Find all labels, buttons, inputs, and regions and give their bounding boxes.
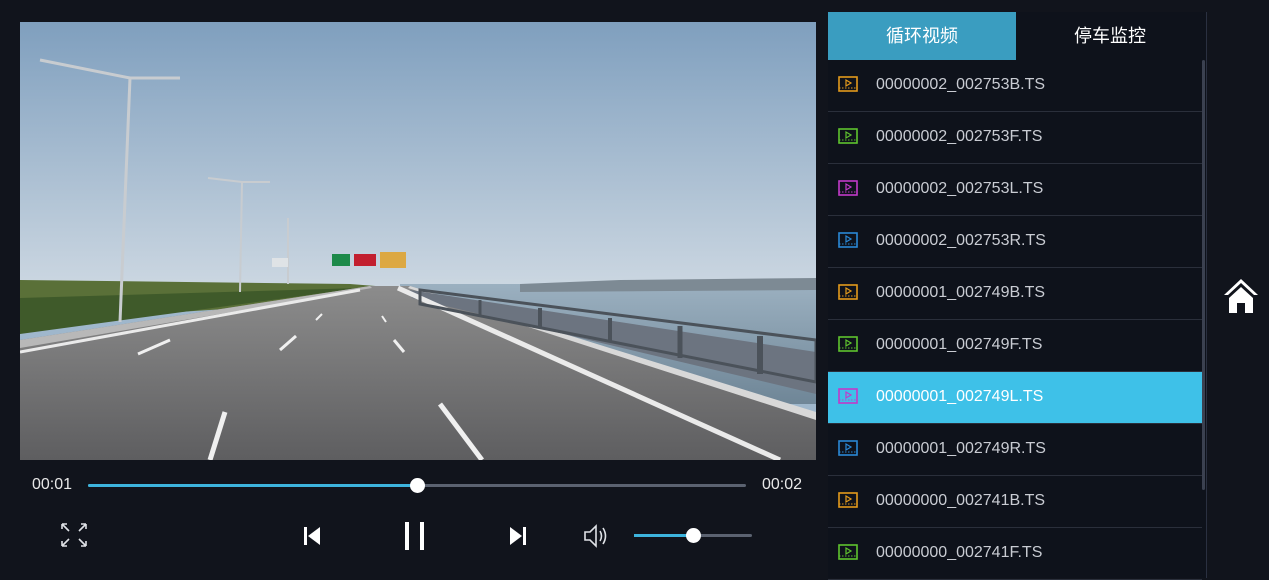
progress-fill xyxy=(88,484,417,487)
file-name: 00000000_002741B.TS xyxy=(876,492,1046,509)
video-file-icon xyxy=(838,336,858,352)
file-name: 00000002_002753L.TS xyxy=(876,180,1044,197)
file-name: 00000002_002753F.TS xyxy=(876,128,1043,145)
progress-handle[interactable] xyxy=(410,478,425,493)
scrollbar[interactable] xyxy=(1202,60,1205,490)
file-list-item[interactable]: 00000001_002749R.TS xyxy=(828,424,1202,476)
current-time: 00:01 xyxy=(32,476,73,493)
pause-icon xyxy=(405,522,424,550)
duration-time: 00:02 xyxy=(762,476,803,493)
file-list-item[interactable]: 00000002_002753L.TS xyxy=(828,164,1202,216)
file-list-item[interactable]: 00000002_002753F.TS xyxy=(828,112,1202,164)
video-file-icon xyxy=(838,544,858,560)
video-file-icon xyxy=(838,128,858,144)
file-list-item[interactable]: 00000001_002749F.TS xyxy=(828,320,1202,372)
fullscreen-icon xyxy=(61,523,87,547)
file-name: 00000001_002749F.TS xyxy=(876,336,1043,353)
tab-loop-video[interactable]: 循环视频 xyxy=(828,12,1016,60)
pause-button[interactable] xyxy=(400,520,430,552)
video-player: 00:01 00:02 xyxy=(20,22,816,578)
file-name: 00000002_002753R.TS xyxy=(876,232,1046,249)
seek-bar: 00:01 00:02 xyxy=(20,470,816,500)
file-list-item[interactable]: 00000001_002749B.TS xyxy=(828,268,1202,320)
file-list-item[interactable]: 00000001_002749L.TS xyxy=(828,372,1202,424)
file-panel: 循环视频 停车监控 00000002_002753B.TS 00000002_00… xyxy=(828,12,1207,580)
home-button[interactable] xyxy=(1222,277,1260,315)
tab-parking-monitor[interactable]: 停车监控 xyxy=(1016,12,1204,60)
skip-previous-icon xyxy=(304,527,320,545)
home-icon xyxy=(1224,279,1258,313)
progress-track[interactable] xyxy=(88,478,746,493)
file-name: 00000001_002749L.TS xyxy=(876,388,1044,405)
volume-slider[interactable] xyxy=(634,528,752,543)
file-name: 00000001_002749B.TS xyxy=(876,284,1046,301)
file-list: 00000002_002753B.TS 00000002_002753F.TS 00… xyxy=(828,60,1202,580)
volume-handle[interactable] xyxy=(686,528,701,543)
dashcam-video-frame xyxy=(20,22,816,460)
playback-controls xyxy=(20,510,816,570)
volume-button[interactable] xyxy=(582,522,612,550)
volume-fill xyxy=(634,534,693,537)
video-file-icon xyxy=(838,440,858,456)
video-file-icon xyxy=(838,492,858,508)
video-file-icon xyxy=(838,284,858,300)
video-file-icon xyxy=(838,388,858,404)
file-list-item[interactable]: 00000000_002741B.TS xyxy=(828,476,1202,528)
fullscreen-button[interactable] xyxy=(56,518,92,552)
video-file-icon xyxy=(838,232,858,248)
previous-button[interactable] xyxy=(300,524,324,548)
skip-next-icon xyxy=(510,527,526,545)
file-list-item[interactable]: 00000000_002741F.TS xyxy=(828,528,1202,580)
file-name: 00000002_002753B.TS xyxy=(876,76,1046,93)
file-list-item[interactable]: 00000002_002753R.TS xyxy=(828,216,1202,268)
video-file-icon xyxy=(838,180,858,196)
file-list-item[interactable]: 00000002_002753B.TS xyxy=(828,60,1202,112)
file-name: 00000000_002741F.TS xyxy=(876,544,1043,561)
volume-icon xyxy=(584,524,607,548)
file-name: 00000001_002749R.TS xyxy=(876,440,1046,457)
category-tabs: 循环视频 停车监控 xyxy=(828,12,1206,60)
video-frame[interactable] xyxy=(20,22,816,460)
video-file-icon xyxy=(838,76,858,92)
next-button[interactable] xyxy=(506,524,530,548)
